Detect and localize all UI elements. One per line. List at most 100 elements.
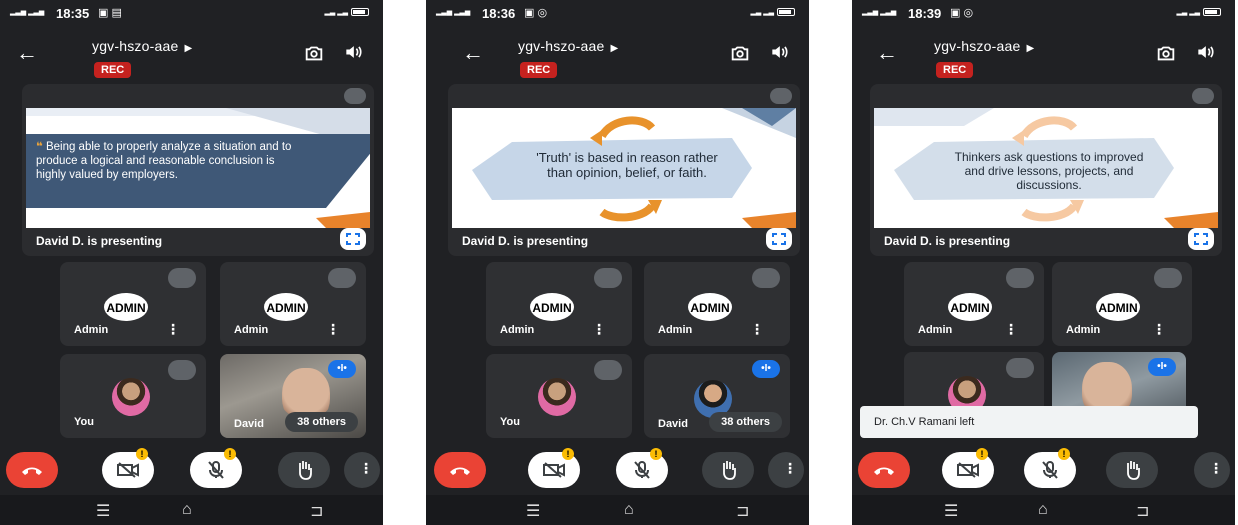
raise-hand-button[interactable] [278,452,330,488]
presentation-panel[interactable]: 'Truth' is based in reason rather than o… [448,84,800,256]
rec-badge: REC [936,62,974,78]
menu-icon[interactable]: ☰ [96,501,110,521]
menu-icon[interactable]: ☰ [526,501,540,521]
meeting-code[interactable]: ygv-hszo-aae ▶ [934,38,1034,54]
more-vert-icon: ⋮ [359,460,373,476]
admin-logo-icon: ADMIN [264,293,308,321]
notification-icons: ▣ ▤ [98,7,122,19]
mic-off-icon [594,360,622,380]
participant-tile[interactable]: ADMIN Admin ⋮ [904,262,1044,346]
participant-name: Admin [918,324,953,336]
raise-hand-button[interactable] [1106,452,1158,488]
participant-tile[interactable]: ADMIN Admin ⋮ [1052,262,1192,346]
arrow-left-icon[interactable]: ← [876,40,898,66]
back-nav-icon[interactable]: ⊐ [310,501,323,521]
more-vert-icon[interactable]: ⋮ [326,321,340,338]
system-nav-bar: ☰ ⌂ ⊐ [852,495,1235,525]
status-time: 18:35 [56,6,90,21]
speaker-icon[interactable] [769,42,789,62]
top-bar: ← ygv-hszo-aae ▶ REC [852,32,1235,82]
participant-tile[interactable]: ADMIN Admin ⋮ [60,262,206,346]
mic-off-icon [1006,268,1034,288]
participant-name: Admin [500,324,535,336]
rec-badge: REC [94,62,132,78]
camera-switch-icon[interactable] [729,42,751,64]
fullscreen-icon[interactable] [1188,228,1214,250]
participant-tile-you[interactable]: You [486,354,632,438]
camera-toggle-button[interactable]: ! [102,448,154,488]
speaker-icon[interactable] [343,42,363,62]
mic-toggle-button[interactable]: ! [1024,448,1076,488]
more-options-button[interactable]: ⋮ [344,452,380,488]
more-options-button[interactable]: ⋮ [768,452,804,488]
status-bar: ▂▃▅ ▂▃▅ 18:35 ▣ ▤ ▂▃ ▂▃ [10,6,369,22]
signal-icon: ▂▃▅ ▂▃▅ [436,9,471,16]
more-vert-icon[interactable]: ⋮ [592,321,606,338]
more-vert-icon[interactable]: ⋮ [166,321,180,338]
menu-icon[interactable]: ☰ [944,501,958,521]
arrow-left-icon[interactable]: ← [462,40,484,66]
speaker-icon[interactable] [1195,42,1215,62]
slide-text: ❝ Being able to properly analyze a situa… [36,141,292,181]
participant-tile-video[interactable]: •I• David 38 others [220,354,366,438]
presenting-label: David D. is presenting [462,234,589,248]
presentation-panel[interactable]: ❝ Being able to properly analyze a situa… [22,84,374,256]
more-options-button[interactable]: ⋮ [1194,452,1230,488]
warning-icon: ! [976,448,988,460]
participant-tile[interactable]: ADMIN Admin ⋮ [486,262,632,346]
hangup-button[interactable] [6,452,58,488]
participant-left-toast: Dr. Ch.V Ramani left [860,406,1198,438]
camera-off-icon [117,462,139,478]
admin-logo-icon: ADMIN [948,293,992,321]
participant-tile-you[interactable]: You [60,354,206,438]
slide: Thinkers ask questions to improved and d… [874,108,1218,228]
camera-switch-icon[interactable] [1155,42,1177,64]
arrow-left-icon[interactable]: ← [16,40,38,66]
svg-text:ADMIN: ADMIN [950,301,989,315]
camera-switch-icon[interactable] [303,42,325,64]
admin-logo-icon: ADMIN [1096,293,1140,321]
signal-icon: ▂▃▅ ▂▃▅ [862,9,897,16]
camera-toggle-button[interactable]: ! [942,448,994,488]
svg-text:ADMIN: ADMIN [106,301,145,315]
more-vert-icon[interactable]: ⋮ [1152,321,1166,338]
top-bar: ← ygv-hszo-aae ▶ REC [426,32,809,82]
screen-2: ▂▃▅ ▂▃▅ 18:36 ▣ ◎ ▂▃ ▂▃ ← ygv-hszo-aae ▶ … [426,0,809,525]
home-icon[interactable]: ⌂ [624,501,634,519]
hangup-button[interactable] [434,452,486,488]
fullscreen-icon[interactable] [766,228,792,250]
participant-tile-video[interactable]: •I• David 38 others [644,354,790,438]
admin-logo-icon: ADMIN [688,293,732,321]
hangup-button[interactable] [858,452,910,488]
presentation-panel[interactable]: Thinkers ask questions to improved and d… [870,84,1222,256]
home-icon[interactable]: ⌂ [182,501,192,519]
phone-hangup-icon [874,467,894,475]
others-count[interactable]: 38 others [709,412,782,432]
camera-toggle-button[interactable]: ! [528,448,580,488]
participant-tile[interactable]: ADMIN Admin ⋮ [220,262,366,346]
notification-icons: ▣ ◎ [524,7,548,19]
screen-3: ▂▃▅ ▂▃▅ 18:39 ▣ ◎ ▂▃ ▂▃ ← ygv-hszo-aae ▶ … [852,0,1235,525]
participant-tile[interactable]: ADMIN Admin ⋮ [644,262,790,346]
participant-name: Admin [234,324,269,336]
warning-icon: ! [224,448,236,460]
more-vert-icon[interactable]: ⋮ [750,321,764,338]
back-nav-icon[interactable]: ⊐ [1136,501,1149,521]
system-nav-bar: ☰ ⌂ ⊐ [426,495,809,525]
home-icon[interactable]: ⌂ [1038,501,1048,519]
warning-icon: ! [136,448,148,460]
mic-off-icon [168,268,196,288]
more-vert-icon[interactable]: ⋮ [1004,321,1018,338]
mic-toggle-button[interactable]: ! [616,448,668,488]
warning-icon: ! [650,448,662,460]
caret-right-icon: ▶ [184,43,193,54]
mic-toggle-button[interactable]: ! [190,448,242,488]
back-nav-icon[interactable]: ⊐ [736,501,749,521]
others-count[interactable]: 38 others [285,412,358,432]
participant-name: Admin [658,324,693,336]
meeting-code[interactable]: ygv-hszo-aae ▶ [92,38,192,54]
status-time: 18:36 [482,6,516,21]
raise-hand-button[interactable] [702,452,754,488]
meeting-code[interactable]: ygv-hszo-aae ▶ [518,38,618,54]
fullscreen-icon[interactable] [340,228,366,250]
